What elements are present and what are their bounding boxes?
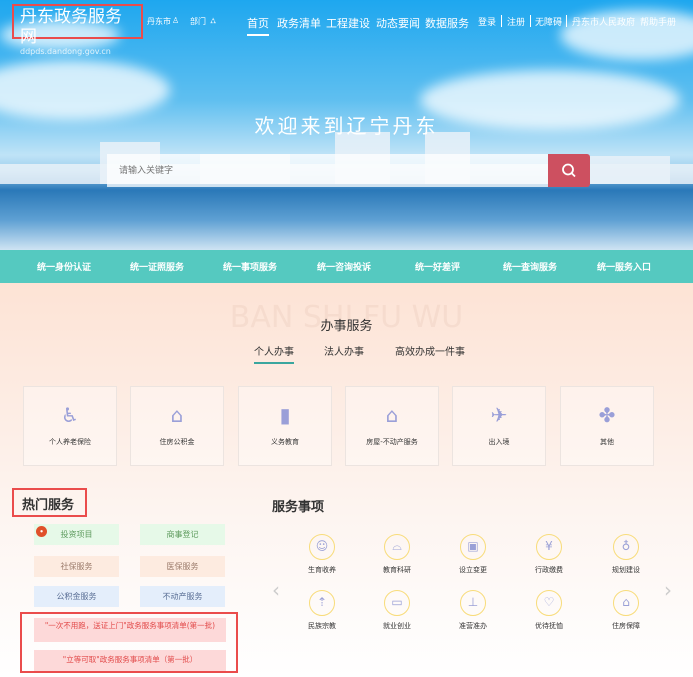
office-title: 办事服务 — [320, 319, 373, 334]
register-link[interactable]: 注册 — [507, 15, 525, 28]
unified-item[interactable]: 统一咨询投诉 — [317, 260, 371, 273]
search-icon — [562, 163, 576, 178]
house-icon: ⌂ — [170, 403, 184, 427]
hot-item[interactable]: 医保服务 — [140, 556, 225, 577]
matter-icon: ♡ — [536, 590, 562, 616]
matter-item[interactable]: ▣ 设立变更 — [443, 534, 503, 575]
hot-item[interactable]: 商事登记 — [140, 524, 225, 545]
matter-item[interactable]: ⇡ 民族宗教 — [292, 590, 352, 631]
service-card[interactable]: ✈ 出入境 — [452, 386, 546, 466]
matter-icon: ⌓ — [384, 534, 410, 560]
accessibility-link[interactable]: 无障碍 — [535, 15, 562, 28]
matters-title: 服务事项 — [272, 500, 325, 515]
elderly-icon: ♿ — [61, 403, 79, 427]
hot-item[interactable]: 公积金服务 — [34, 586, 119, 607]
nav-engineering[interactable]: 工程建设 — [326, 15, 370, 31]
matter-item[interactable]: ♁ 规划建设 — [596, 534, 656, 575]
unified-service-bar: 统一身份认证 统一证照服务 统一事项服务 统一咨询投诉 统一好差评 统一查询服务… — [0, 250, 693, 283]
service-card[interactable]: ⌂ 住房公积金 — [130, 386, 224, 466]
tab-legal[interactable]: 法人办事 — [324, 343, 364, 358]
matter-item[interactable]: ▭ 就业创业 — [367, 590, 427, 631]
search-input[interactable] — [107, 154, 548, 187]
unified-item[interactable]: 统一好差评 — [415, 260, 460, 273]
unified-item[interactable]: 统一证照服务 — [130, 260, 184, 273]
unified-item[interactable]: 统一查询服务 — [503, 260, 557, 273]
matter-item[interactable]: ☺ 生育收养 — [292, 534, 352, 575]
unified-item[interactable]: 统一事项服务 — [223, 260, 277, 273]
nav-news[interactable]: 动态要闻 — [376, 15, 420, 31]
hot-item[interactable]: ● 投资项目 — [34, 524, 119, 545]
book-icon: ▮ — [279, 403, 291, 427]
user-icon: ♙ — [172, 16, 180, 25]
dept-selector[interactable]: 部门 — [190, 16, 206, 27]
matter-icon: ▣ — [460, 534, 486, 560]
login-link[interactable]: 登录 — [478, 15, 496, 28]
welcome-title: 欢迎来到辽宁丹东 — [254, 114, 439, 138]
matter-icon: ♁ — [613, 534, 639, 560]
list-link[interactable]: "立等可取"政务服务事项清单（第一批） — [34, 650, 226, 671]
site-logo[interactable]: 丹东政务服务网 ddpds.dandong.gov.cn — [12, 4, 143, 56]
service-card[interactable]: ⌂ 房屋-不动产服务 — [345, 386, 439, 466]
house-icon: ⌂ — [385, 403, 399, 427]
city-selector[interactable]: 丹东市 — [147, 16, 171, 27]
service-card[interactable]: ♿ 个人养老保险 — [23, 386, 117, 466]
hot-badge-icon: ● — [36, 526, 47, 537]
hot-services-title: 热门服务 — [12, 488, 87, 517]
matter-item[interactable]: ⌓ 教育科研 — [367, 534, 427, 575]
nav-list[interactable]: 政务清单 — [277, 15, 321, 31]
unified-item[interactable]: 统一身份认证 — [37, 260, 91, 273]
matter-item[interactable]: ⊥ 准营准办 — [443, 590, 503, 631]
plane-icon: ✈ — [490, 403, 508, 427]
matter-icon: ¥ — [536, 534, 562, 560]
service-card[interactable]: ✤ 其他 — [560, 386, 654, 466]
matter-item[interactable]: ♡ 优待抚恤 — [519, 590, 579, 631]
nav-home[interactable]: 首页 — [247, 15, 269, 36]
matter-icon: ▭ — [384, 590, 410, 616]
list-link[interactable]: "一次不用跑，送证上门"政务服务事项清单(第一批) — [34, 618, 226, 642]
tab-personal[interactable]: 个人办事 — [254, 343, 294, 364]
service-card[interactable]: ▮ 义务教育 — [238, 386, 332, 466]
matter-icon: ⊥ — [460, 590, 486, 616]
prev-arrow-icon[interactable]: ‹ — [272, 578, 280, 602]
matter-icon: ⇡ — [309, 590, 335, 616]
search-button[interactable] — [548, 154, 590, 187]
unified-item[interactable]: 统一服务入口 — [597, 260, 651, 273]
org-icon: ⛼ — [210, 16, 217, 25]
tab-one-thing[interactable]: 高效办成一件事 — [395, 343, 465, 358]
gov-link[interactable]: 丹东市人民政府 — [572, 15, 635, 28]
help-link[interactable]: 帮助手册 — [640, 15, 676, 28]
clover-icon: ✤ — [598, 403, 616, 427]
matter-icon: ⌂ — [613, 590, 639, 616]
matter-icon: ☺ — [309, 534, 335, 560]
matter-item[interactable]: ⌂ 住房保障 — [596, 590, 656, 631]
hot-item[interactable]: 社保服务 — [34, 556, 119, 577]
next-arrow-icon[interactable]: › — [664, 578, 672, 602]
hot-item[interactable]: 不动产服务 — [140, 586, 225, 607]
nav-data[interactable]: 数据服务 — [425, 15, 469, 31]
matter-item[interactable]: ¥ 行政缴费 — [519, 534, 579, 575]
